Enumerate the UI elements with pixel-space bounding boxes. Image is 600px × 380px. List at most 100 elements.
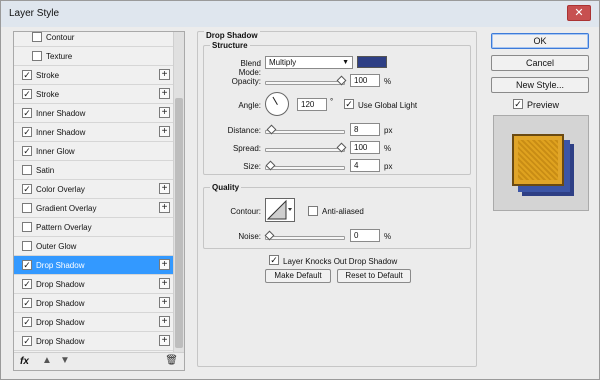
add-effect-icon[interactable]: + <box>159 69 170 80</box>
anti-aliased-label: Anti-aliased <box>322 207 364 216</box>
effect-label: Stroke <box>36 90 60 99</box>
add-effect-icon[interactable]: + <box>159 202 170 213</box>
effect-row[interactable]: ✓ Stroke + <box>14 85 174 104</box>
effect-row[interactable]: ✓ Color Overlay + <box>14 180 174 199</box>
preview-checkbox[interactable]: ✓ <box>513 99 523 109</box>
angle-label: Angle: <box>238 101 261 110</box>
effect-checkbox[interactable] <box>32 32 42 42</box>
effect-label: Color Overlay <box>36 185 85 194</box>
make-default-button[interactable]: Make Default <box>265 269 331 283</box>
effect-checkbox[interactable]: ✓ <box>22 279 32 289</box>
effect-checkbox[interactable] <box>22 203 32 213</box>
noise-unit: % <box>384 232 392 241</box>
add-effect-icon[interactable]: + <box>159 126 170 137</box>
opacity-input[interactable]: 100 <box>350 74 380 87</box>
effect-checkbox[interactable]: ✓ <box>22 260 32 270</box>
preview-swatch <box>512 134 564 186</box>
add-effect-icon[interactable]: + <box>159 278 170 289</box>
cancel-button[interactable]: Cancel <box>491 55 589 71</box>
effect-row[interactable]: Outer Glow <box>14 237 174 256</box>
effect-row[interactable]: Pattern Overlay <box>14 218 174 237</box>
reset-to-default-button[interactable]: Reset to Default <box>337 269 411 283</box>
effect-row[interactable]: ✓ Drop Shadow + <box>14 332 174 351</box>
spread-input[interactable]: 100 <box>350 141 380 154</box>
effect-label: Inner Glow <box>36 147 75 156</box>
effect-checkbox[interactable]: ✓ <box>22 298 32 308</box>
use-global-light-checkbox[interactable]: ✓ <box>344 99 354 109</box>
add-effect-icon[interactable]: + <box>159 259 170 270</box>
angle-input[interactable]: 120 <box>297 98 327 111</box>
noise-slider[interactable] <box>264 230 345 241</box>
noise-input[interactable]: 0 <box>350 229 380 242</box>
distance-slider[interactable] <box>265 124 345 135</box>
size-unit: px <box>384 162 393 171</box>
effect-row[interactable]: ✓ Drop Shadow + <box>14 256 174 275</box>
new-style-button[interactable]: New Style... <box>491 77 589 93</box>
preview-label: Preview <box>527 100 560 110</box>
move-up-icon[interactable]: ▲ <box>42 355 52 366</box>
close-button[interactable]: ✕ <box>567 5 591 21</box>
effect-label: Contour <box>46 33 75 42</box>
effect-row[interactable]: Gradient Overlay + <box>14 199 174 218</box>
add-effect-icon[interactable]: + <box>159 297 170 308</box>
scroll-thumb[interactable] <box>175 98 183 348</box>
effect-checkbox[interactable]: ✓ <box>22 146 32 156</box>
effect-checkbox[interactable] <box>32 51 42 61</box>
add-effect-icon[interactable]: + <box>159 107 170 118</box>
size-slider[interactable] <box>265 160 345 171</box>
effect-checkbox[interactable]: ✓ <box>22 89 32 99</box>
knocks-out-label: Layer Knocks Out Drop Shadow <box>283 257 398 266</box>
add-effect-icon[interactable]: + <box>159 335 170 346</box>
effect-checkbox[interactable]: ✓ <box>22 108 32 118</box>
effect-label: Texture <box>46 52 73 61</box>
fx-menu-button[interactable]: fx <box>20 356 29 367</box>
effect-row[interactable]: ✓ Inner Shadow + <box>14 104 174 123</box>
spread-slider[interactable] <box>265 142 347 153</box>
blend-mode-select[interactable]: Multiply ▼ <box>265 56 353 69</box>
opacity-slider[interactable] <box>265 75 347 86</box>
effect-checkbox[interactable]: ✓ <box>22 317 32 327</box>
size-input[interactable]: 4 <box>350 159 380 172</box>
opacity-label: Opacity: <box>231 77 261 86</box>
checkmark-icon: ✓ <box>514 99 522 109</box>
effect-row[interactable]: ✓ Inner Shadow + <box>14 123 174 142</box>
add-effect-icon[interactable]: + <box>159 316 170 327</box>
effect-checkbox[interactable] <box>22 165 32 175</box>
distance-input[interactable]: 8 <box>350 123 380 136</box>
effect-row[interactable]: ✓ Drop Shadow + <box>14 313 174 332</box>
effect-label: Drop Shadow <box>36 261 85 270</box>
effect-checkbox[interactable] <box>22 241 32 251</box>
effect-checkbox[interactable]: ✓ <box>22 127 32 137</box>
effect-checkbox[interactable]: ✓ <box>22 184 32 194</box>
effect-row[interactable]: Contour <box>14 32 174 47</box>
effects-list: Contour Texture ✓ Stroke + ✓ Stroke + ✓ Inner Sha… <box>14 32 174 352</box>
add-effect-icon[interactable]: + <box>159 88 170 99</box>
effects-scrollbar[interactable] <box>173 32 184 352</box>
effect-row[interactable]: ✓ Drop Shadow + <box>14 294 174 313</box>
effect-row[interactable]: Texture <box>14 47 174 66</box>
ok-button[interactable]: OK <box>491 33 589 49</box>
blend-mode-value: Multiply <box>269 58 297 67</box>
trash-icon[interactable]: 🗑 <box>165 355 178 366</box>
angle-indicator <box>272 96 278 105</box>
angle-dial[interactable] <box>265 92 289 116</box>
effect-checkbox[interactable] <box>22 222 32 232</box>
anti-aliased-checkbox[interactable] <box>308 206 318 216</box>
move-down-icon[interactable]: ▼ <box>60 355 70 366</box>
contour-picker[interactable] <box>265 198 295 222</box>
effect-row[interactable]: Satin <box>14 161 174 180</box>
spread-label: Spread: <box>232 144 261 153</box>
shadow-color-swatch[interactable] <box>357 56 387 68</box>
blend-mode-label: Blend Mode: <box>238 59 261 77</box>
checkmark-icon: ✓ <box>270 255 278 265</box>
effect-row[interactable]: ✓ Inner Glow <box>14 142 174 161</box>
add-effect-icon[interactable]: + <box>159 183 170 194</box>
effect-row[interactable]: ✓ Stroke + <box>14 66 174 85</box>
contour-label: Contour: <box>230 207 261 216</box>
knocks-out-checkbox[interactable]: ✓ <box>269 255 279 265</box>
effect-row[interactable]: ✓ Drop Shadow + <box>14 275 174 294</box>
spread-unit: % <box>384 144 392 153</box>
effect-checkbox[interactable]: ✓ <box>22 336 32 346</box>
effect-checkbox[interactable]: ✓ <box>22 70 32 80</box>
layer-style-dialog: Layer Style ✕ Contour Texture ✓ Stroke + ✓ Str… <box>0 0 600 380</box>
